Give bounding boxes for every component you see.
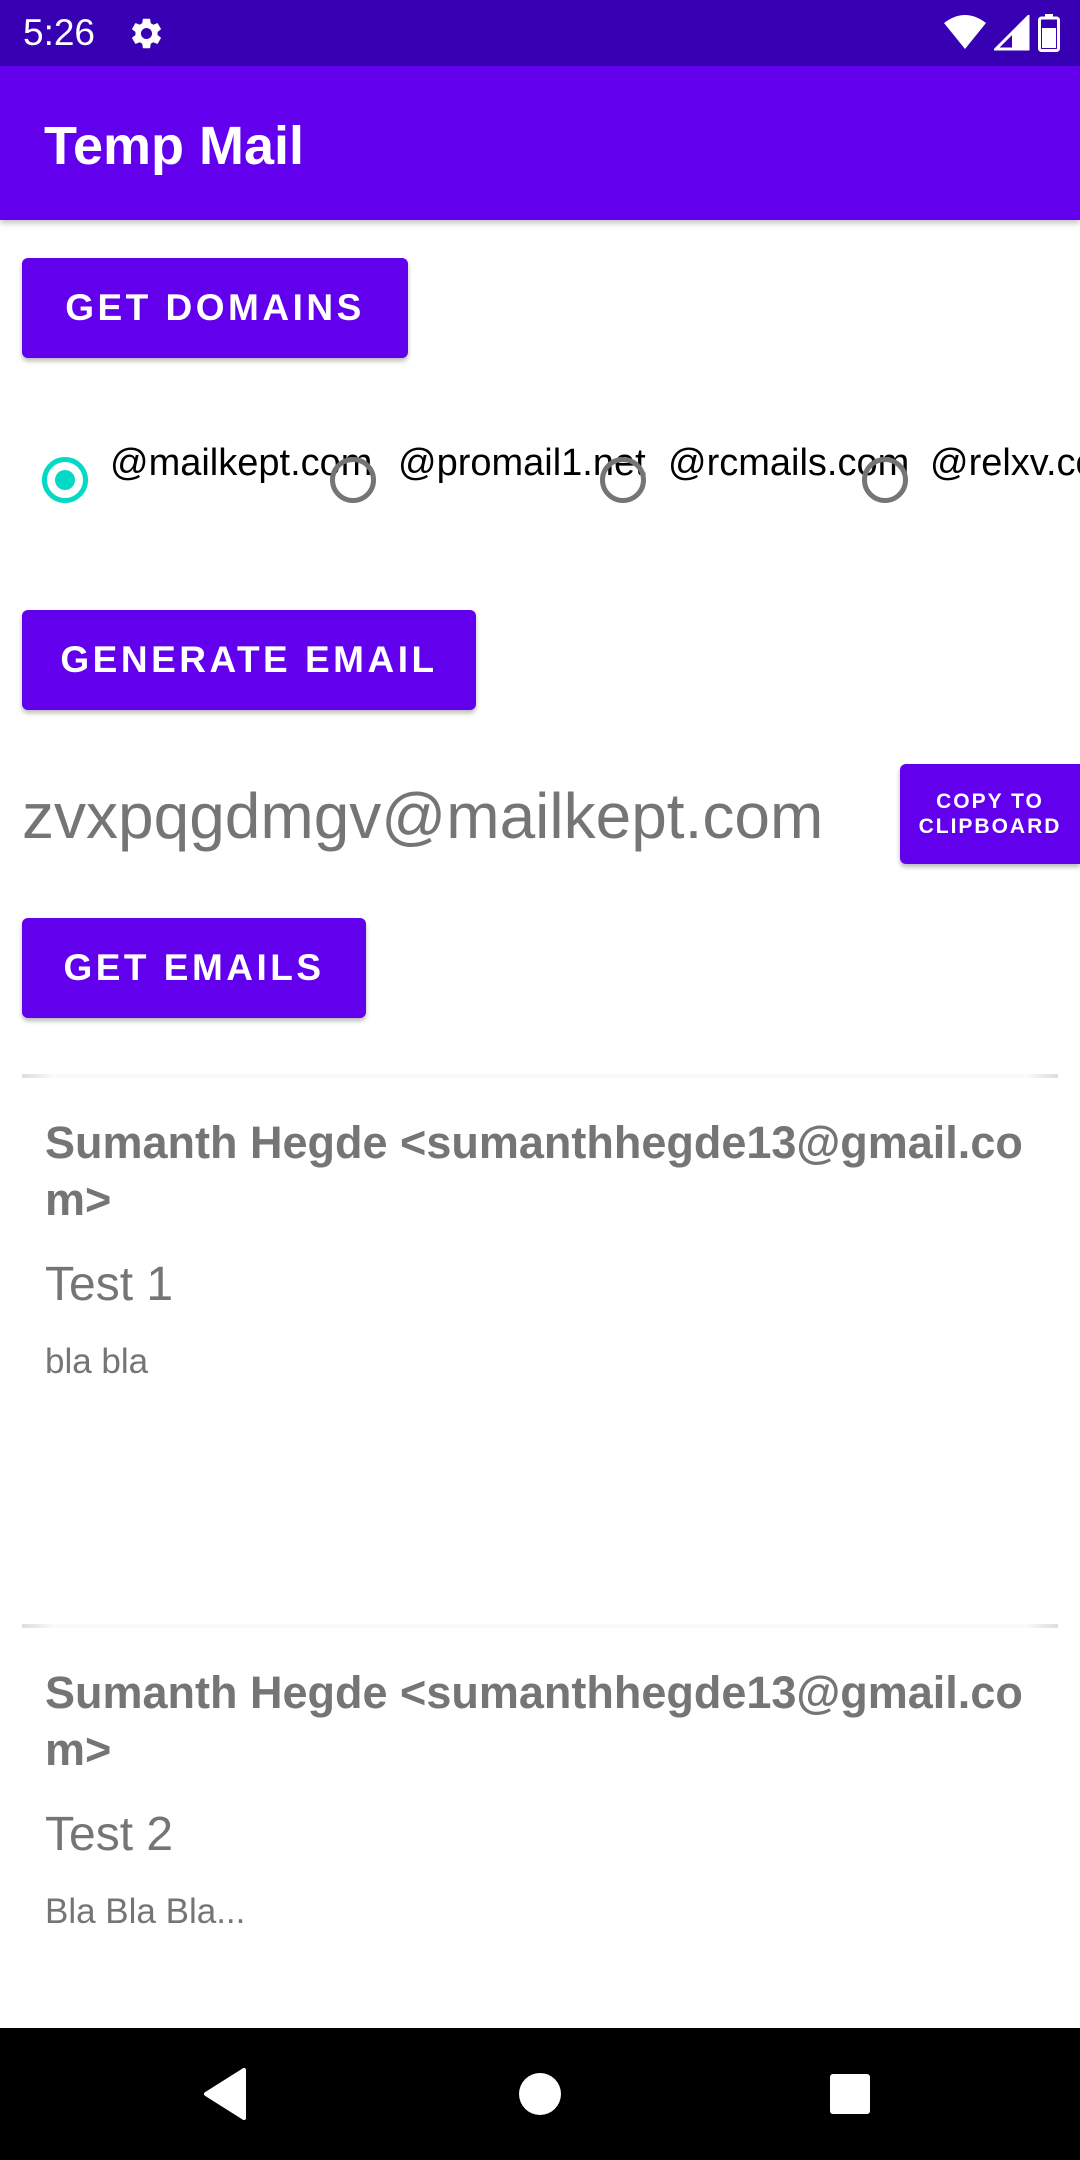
- email-subject: Test 1: [45, 1258, 174, 1311]
- battery-icon: [1038, 14, 1060, 52]
- radio-checked-icon: [42, 457, 88, 503]
- app-bar: Temp Mail: [0, 66, 1080, 220]
- domain-option-relxv[interactable]: @relxv.com: [862, 440, 1080, 503]
- generated-email-address: zvxpqgdmgv@mailkept.com: [22, 780, 824, 852]
- email-sender: Sumanth Hegde <sumanthhegde13@gmail.com>: [45, 1117, 1023, 1225]
- generate-email-label: GENERATE EMAIL: [60, 639, 438, 680]
- domain-radio-group: @mailkept.com @promail1.net @rcmails.com…: [0, 440, 1080, 540]
- get-emails-label: GET EMAILS: [63, 947, 325, 988]
- get-domains-button[interactable]: GET DOMAINS: [22, 258, 408, 358]
- domain-option-label: @rcmails.com: [668, 442, 910, 484]
- gear-icon: [132, 18, 161, 49]
- email-list-item[interactable]: Sumanth Hegde <sumanthhegde13@gmail.com>…: [22, 1074, 1058, 1614]
- domain-option-mailkept[interactable]: @mailkept.com: [42, 440, 373, 503]
- email-list-item[interactable]: Sumanth Hegde <sumanthhegde13@gmail.com>…: [22, 1624, 1058, 2034]
- email-subject: Test 2: [45, 1808, 174, 1861]
- generate-email-button[interactable]: GENERATE EMAIL: [22, 610, 476, 710]
- copy-to-clipboard-button[interactable]: COPY TO CLIPBOARD: [900, 764, 1080, 864]
- app-title: Temp Mail: [44, 116, 305, 176]
- back-icon[interactable]: [196, 2064, 256, 2124]
- copy-label-line1: COPY TO: [936, 790, 1044, 813]
- home-icon[interactable]: [510, 2064, 570, 2124]
- email-body-preview: Bla Bla Bla...: [45, 1892, 246, 1931]
- radio-unchecked-icon: [330, 457, 376, 503]
- signal-icon: [994, 15, 1030, 51]
- copy-to-clipboard-label: COPY TO CLIPBOARD: [919, 789, 1062, 839]
- recents-icon[interactable]: [820, 2064, 880, 2124]
- get-domains-label: GET DOMAINS: [65, 287, 365, 328]
- get-emails-button[interactable]: GET EMAILS: [22, 918, 366, 1018]
- domain-option-promail1[interactable]: @promail1.net: [330, 440, 646, 503]
- email-sender: Sumanth Hegde <sumanthhegde13@gmail.com>: [45, 1667, 1023, 1775]
- status-icons: [944, 14, 1060, 52]
- navigation-bar: [0, 2028, 1080, 2160]
- status-bar: 5:26: [0, 0, 1080, 66]
- email-body-preview: bla bla: [45, 1342, 149, 1381]
- domain-option-label: @promail1.net: [398, 442, 646, 484]
- status-time: 5:26: [23, 12, 96, 53]
- radio-unchecked-icon: [600, 457, 646, 503]
- wifi-icon: [944, 15, 986, 49]
- domain-option-label: @mailkept.com: [110, 442, 373, 484]
- radio-unchecked-icon: [862, 457, 908, 503]
- copy-label-line2: CLIPBOARD: [918, 815, 1062, 838]
- domain-option-rcmails[interactable]: @rcmails.com: [600, 440, 910, 503]
- domain-option-label: @relxv.com: [930, 442, 1080, 484]
